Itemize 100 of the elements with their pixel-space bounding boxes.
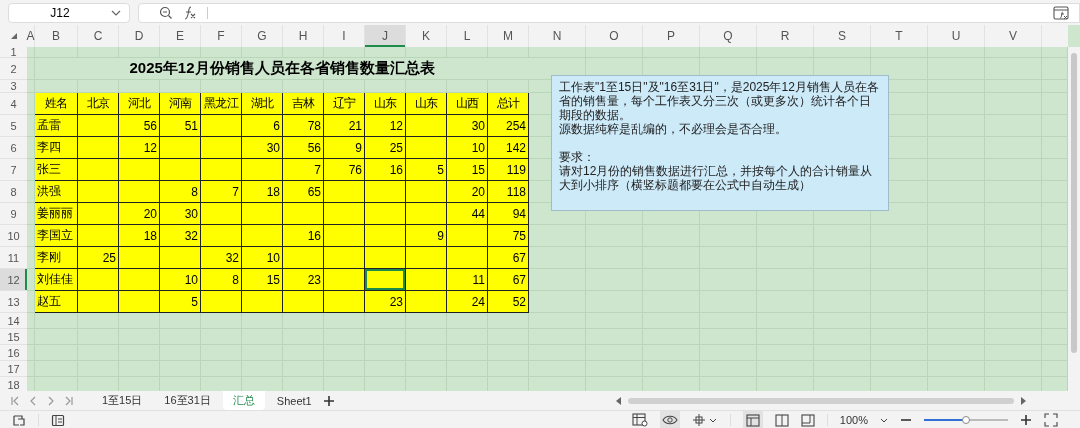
function-icon[interactable] — [183, 5, 197, 20]
add-sheet-icon[interactable] — [323, 395, 334, 406]
previous-sheet-icon[interactable] — [28, 395, 38, 406]
table-cell: 75 — [488, 225, 529, 247]
scroll-right-icon[interactable] — [1020, 396, 1026, 405]
page-layout-icon[interactable] — [774, 413, 789, 427]
formula-panel-icon[interactable] — [1053, 5, 1069, 20]
table-cell: 李刚 — [35, 247, 78, 269]
table-cell — [78, 181, 119, 203]
table-cell — [160, 137, 201, 159]
row-header[interactable]: 12 — [0, 269, 27, 291]
table-cell — [119, 247, 160, 269]
table-cell — [406, 203, 447, 225]
table-cell — [406, 115, 447, 137]
table-cell: 8 — [201, 269, 242, 291]
table-cell: 65 — [283, 181, 324, 203]
table-cell: 洪强 — [35, 181, 78, 203]
table-cell: 山西 — [447, 93, 488, 115]
table-cell — [365, 181, 406, 203]
zoom-level[interactable]: 100% — [839, 414, 868, 426]
table-cell: 刘佳佳 — [35, 269, 78, 291]
table-cell: 30 — [447, 115, 488, 137]
name-box[interactable]: J12 — [8, 2, 130, 23]
zoom-slider[interactable] — [924, 416, 1008, 424]
table-settings-icon[interactable] — [631, 413, 648, 427]
formula-field[interactable] — [138, 2, 1080, 23]
select-all-icon[interactable] — [9, 32, 18, 40]
macro-icon[interactable] — [12, 413, 26, 427]
note-paragraph: 工作表"1至15日"及"16至31日"，是2025年12月销售人员在各省的销售量，每个工作表又分三次（或更多次）统计各个日期段的数据。 — [559, 80, 880, 122]
table-cell — [406, 269, 447, 291]
sheet-tab[interactable]: 16至31日 — [154, 391, 221, 410]
table-cell: 5 — [406, 159, 447, 181]
table-cell — [201, 115, 242, 137]
table-cell: 21 — [324, 115, 365, 137]
table-cell — [324, 247, 365, 269]
table-cell — [78, 291, 119, 313]
sheet-tab[interactable]: 汇总 — [222, 391, 265, 410]
table-cell — [119, 159, 160, 181]
table-cell: 51 — [160, 115, 201, 137]
table-cell: 24 — [447, 291, 488, 313]
table-cell: 30 — [160, 203, 201, 225]
table-cell: 15 — [242, 269, 283, 291]
table-cell: 52 — [488, 291, 529, 313]
table-cell: 7 — [283, 159, 324, 181]
table-cell — [365, 269, 406, 291]
column-header[interactable]: J — [365, 25, 406, 47]
table-cell — [324, 291, 365, 313]
fullscreen-icon[interactable] — [1044, 413, 1058, 427]
scroll-left-icon[interactable] — [616, 396, 622, 405]
outline-icon[interactable] — [51, 413, 65, 427]
horizontal-scrollbar[interactable] — [616, 396, 1026, 405]
row-header[interactable]: 3 — [0, 80, 27, 93]
row-header[interactable]: 1 — [0, 47, 27, 58]
vertical-scrollbar[interactable] — [1068, 47, 1080, 391]
zoom-in-icon[interactable] — [1020, 414, 1032, 426]
normal-view-icon[interactable] — [742, 411, 763, 428]
table-cell: 94 — [488, 203, 529, 225]
sheet-tab[interactable]: Sheet1 — [266, 391, 322, 410]
page-break-icon[interactable] — [800, 413, 815, 427]
table-cell: 10 — [242, 247, 283, 269]
table-cell: 6 — [242, 115, 283, 137]
table-cell — [406, 291, 447, 313]
table-cell: 56 — [119, 115, 160, 137]
table-cell: 11 — [447, 269, 488, 291]
table-cell — [78, 225, 119, 247]
next-sheet-icon[interactable] — [46, 395, 56, 406]
eye-icon[interactable] — [659, 411, 680, 428]
note-paragraph: 要求： — [559, 150, 596, 164]
table-cell: 10 — [160, 269, 201, 291]
table-cell — [365, 203, 406, 225]
focus-icon[interactable] — [691, 413, 718, 427]
table-cell: 9 — [406, 225, 447, 247]
table-cell: 16 — [365, 159, 406, 181]
last-sheet-icon[interactable] — [64, 395, 74, 406]
table-cell: 254 — [488, 115, 529, 137]
chevron-icon[interactable] — [880, 417, 888, 423]
first-sheet-icon[interactable] — [10, 395, 20, 406]
table-cell: 119 — [488, 159, 529, 181]
table-cell: 赵五 — [35, 291, 78, 313]
table-cell: 44 — [447, 203, 488, 225]
table-cell — [201, 203, 242, 225]
table-cell — [201, 159, 242, 181]
text-box[interactable]: 工作表"1至15日"及"16至31日"，是2025年12月销售人员在各省的销售量，每个工作表又分三次（或更多次）统计各个日期段的数据。 源数据纯粹是乱编的，不必理会是否合理。 要求： 请对12月份的销售数据进行汇总，并按每个人的合计销量从大到小排序（横竖标题都要在公式中自动生成） — [551, 75, 889, 211]
table-cell: 9 — [324, 137, 365, 159]
table-cell: 25 — [78, 247, 119, 269]
table-cell: 山东 — [406, 93, 447, 115]
table-cell — [324, 269, 365, 291]
table-cell: 56 — [283, 137, 324, 159]
table-cell — [160, 159, 201, 181]
table-cell: 北京 — [78, 93, 119, 115]
sheet-tab[interactable]: 1至15日 — [92, 391, 153, 410]
table-cell — [324, 225, 365, 247]
table-cell — [119, 181, 160, 203]
table-cell — [283, 291, 324, 313]
table-cell: 23 — [365, 291, 406, 313]
table-cell: 7 — [201, 181, 242, 203]
table-cell — [160, 247, 201, 269]
table-cell — [78, 203, 119, 225]
table-cell — [406, 137, 447, 159]
zoom-icon[interactable] — [159, 5, 173, 20]
